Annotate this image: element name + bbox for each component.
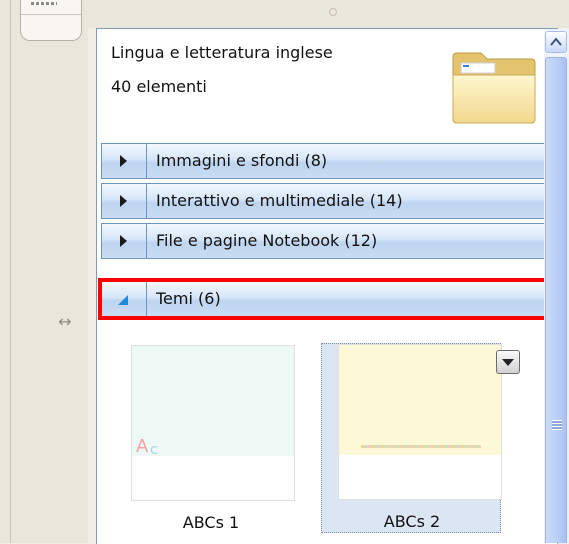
side-dock: ↔ (0, 0, 88, 543)
category-row-immagini[interactable]: Immagini e sfondi (8) (101, 143, 545, 179)
scroll-grip-icon (552, 420, 562, 430)
category-row-file-notebook[interactable]: File e pagine Notebook (12) (101, 223, 545, 259)
theme-preview-image: A c (131, 345, 295, 501)
category-row-temi[interactable]: Temi (6) (98, 278, 548, 320)
expand-toggle[interactable] (102, 224, 147, 258)
collection-count: 40 elementi (111, 77, 207, 96)
scroll-up-button[interactable] (545, 31, 567, 53)
svg-text:c: c (150, 442, 158, 458)
gallery-tab[interactable] (20, 0, 82, 41)
svg-text:A: A (136, 436, 149, 457)
folder-icon (452, 52, 536, 124)
abc-logo-icon: A c (136, 436, 158, 458)
dock-divider (10, 0, 11, 543)
thumbnail-label: ABCs 1 (182, 513, 240, 532)
collapse-toggle[interactable] (102, 282, 147, 316)
tab-bar (21, 14, 81, 39)
expand-toggle[interactable] (102, 144, 147, 178)
collection-title: Lingua e letteratura inglese (111, 43, 333, 62)
resize-horizontal-icon[interactable]: ↔ (54, 313, 76, 331)
vertical-scrollbar[interactable] (544, 29, 569, 543)
tab-dots-icon (31, 2, 57, 5)
theme-thumbnail-selected[interactable]: ABCs 2 (321, 343, 520, 533)
theme-preview-image (338, 344, 502, 500)
thumbnail-label: ABCs 2 (383, 512, 441, 531)
grip-icon (329, 8, 337, 16)
expand-toggle[interactable] (102, 184, 147, 218)
category-label: Temi (6) (156, 289, 221, 308)
scroll-thumb[interactable] (545, 57, 567, 543)
category-label: Interattivo e multimediale (14) (156, 191, 403, 210)
collapse-arrow-icon (118, 295, 128, 305)
expand-arrow-icon (120, 195, 127, 207)
thumbnail-options-button[interactable] (496, 350, 520, 374)
expand-arrow-icon (120, 235, 127, 247)
category-label: File e pagine Notebook (12) (156, 231, 378, 250)
category-row-interattivo[interactable]: Interattivo e multimediale (14) (101, 183, 545, 219)
dropdown-arrow-icon (502, 359, 514, 366)
gallery-panel: Lingua e letteratura inglese 40 elementi… (96, 28, 558, 544)
category-label: Immagini e sfondi (8) (156, 151, 328, 170)
top-strip (88, 0, 569, 28)
scroll-up-icon (550, 37, 562, 46)
expand-arrow-icon (120, 155, 127, 167)
decorative-strip (361, 445, 481, 448)
theme-thumbnail[interactable]: A c ABCs 1 (121, 345, 301, 535)
